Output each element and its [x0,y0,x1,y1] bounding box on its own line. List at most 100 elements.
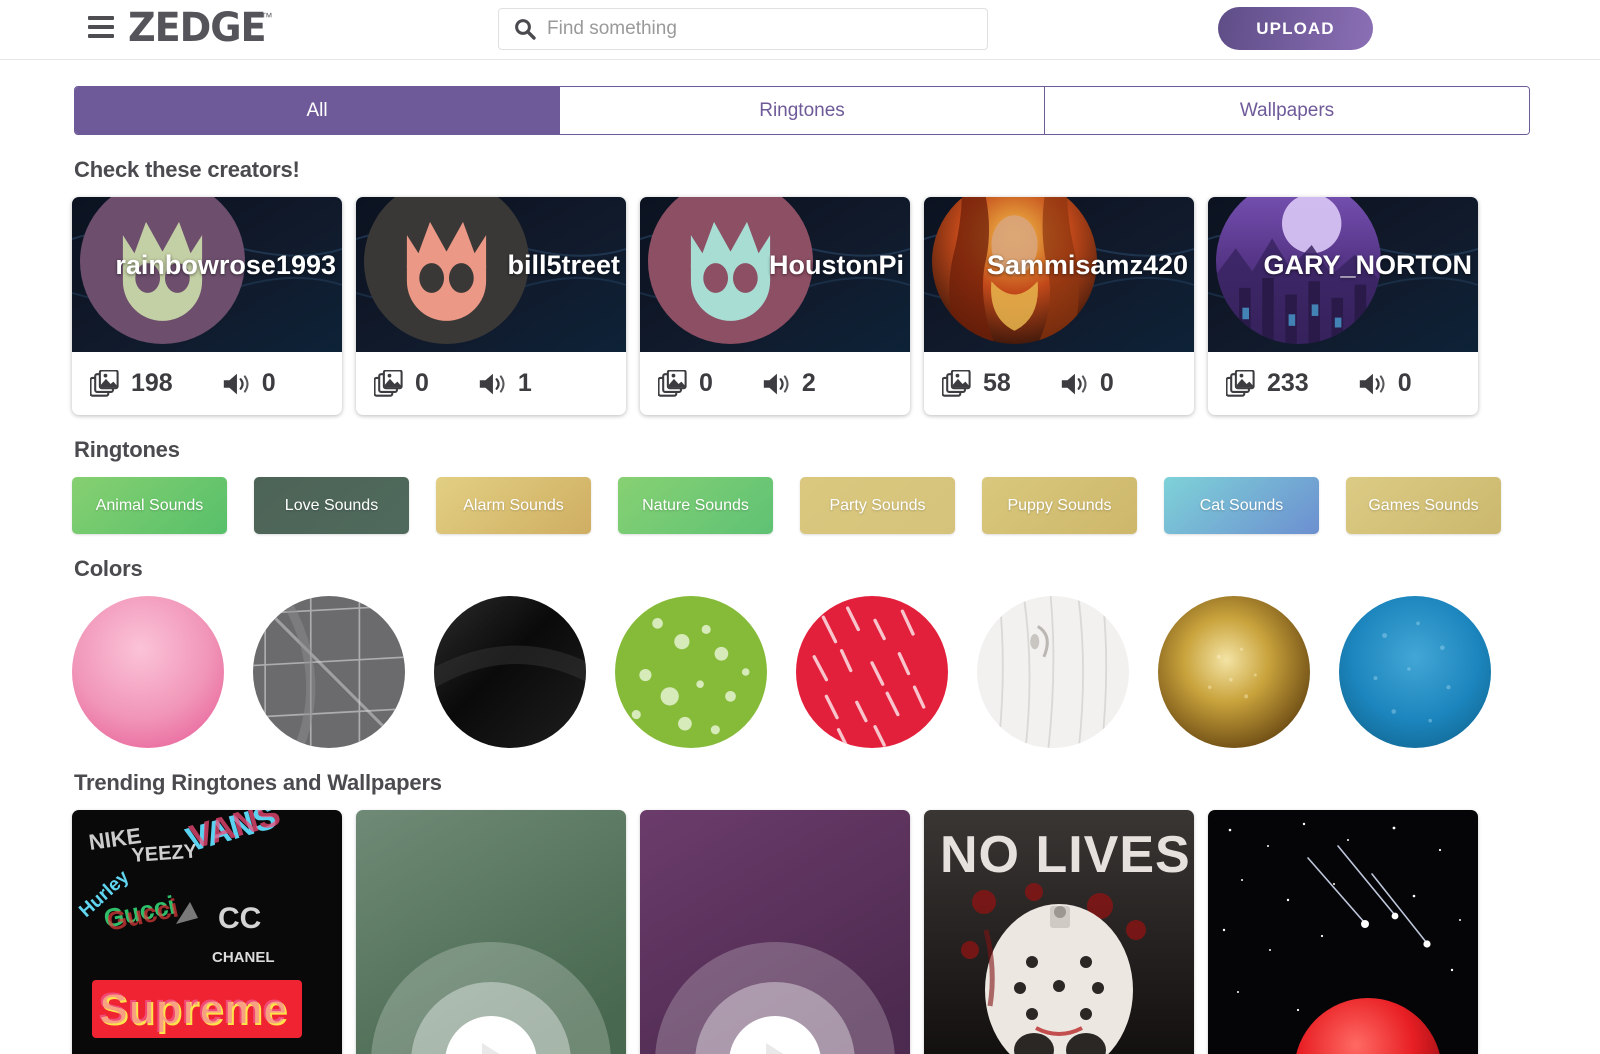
ringtone-count: 0 [1357,369,1412,398]
ringtone-count-icon [223,373,249,394]
wallpaper-count-value: 233 [1267,369,1309,397]
creator-card[interactable]: Sammisamz420 58 0 [924,197,1194,415]
creator-card[interactable]: GARY_NORTON 233 0 [1208,197,1478,415]
trending-card-art: NIKE YEEZY VANS VANS Hurley Gucci Gucci … [72,810,342,1054]
trending-section-title: Trending Ringtones and Wallpapers [74,770,442,795]
trending-row: NIKE YEEZY VANS VANS Hurley Gucci Gucci … [72,810,1512,1054]
ringtone-category-chip[interactable]: Puppy Sounds [982,477,1137,534]
ringtone-count-icon [763,373,789,394]
ringtone-category-label: Games Sounds [1368,496,1479,514]
ringtone-count-icon [1061,373,1087,394]
wallpaper-count-icon [942,369,971,397]
hamburger-icon[interactable] [88,14,114,40]
creator-name: rainbowrose1993 [115,250,336,280]
color-filter-circle[interactable] [1339,596,1491,748]
wallpaper-count-icon [1226,369,1255,397]
creator-name: bill5treet [507,250,620,280]
wallpaper-count: 58 [942,369,1011,398]
ringtone-category-chip[interactable]: Games Sounds [1346,477,1501,534]
creator-card[interactable]: bill5treet 0 1 [356,197,626,415]
ringtone-category-chip[interactable]: Love Sounds [254,477,409,534]
wallpaper-count-value: 0 [415,369,429,397]
creator-name: Sammisamz420 [986,250,1188,280]
ringtone-category-chip[interactable]: Animal Sounds [72,477,227,534]
trending-card[interactable] [356,810,626,1054]
wallpaper-count-icon [658,369,687,397]
play-icon [482,1043,512,1054]
creators-row: rainbowrose1993 198 0 bill5treet 0 1 Hou… [72,197,1502,415]
ringtone-count-value: 0 [261,369,276,397]
svg-text:Supreme: Supreme [98,984,286,1033]
ringtone-count-value: 1 [517,369,532,397]
ringtones-section-title: Ringtones [74,437,180,462]
tab-wallpapers[interactable]: Wallpapers [1045,87,1529,134]
ringtone-category-label: Love Sounds [284,496,379,514]
ringtone-category-chip[interactable]: Party Sounds [800,477,955,534]
search-box[interactable] [498,8,988,50]
ringtone-category-label: Cat Sounds [1199,496,1284,514]
ringtone-count: 0 [221,369,276,398]
trending-card[interactable]: NIKE YEEZY VANS VANS Hurley Gucci Gucci … [72,810,342,1054]
upload-button[interactable]: UPLOAD [1218,7,1373,50]
ringtone-count-value: 0 [1099,369,1114,397]
search-input[interactable] [547,9,987,49]
creator-stats: 233 0 [1208,352,1478,415]
ringtone-category-label: Animal Sounds [95,496,204,514]
ringtone-count-value: 2 [801,369,816,397]
trending-card-art [1208,810,1478,1054]
wallpaper-count-value: 0 [699,369,713,397]
wallpaper-count-icon [374,369,403,397]
ringtone-category-label: Nature Sounds [642,496,749,514]
wallpaper-count: 0 [658,369,713,398]
wallpaper-count: 0 [374,369,429,398]
wallpaper-count-value: 198 [131,369,173,397]
trending-card[interactable]: NO LIVES [924,810,1194,1054]
creator-stats: 0 1 [356,352,626,415]
logo-text: ZEDGE [128,5,267,51]
color-filter-circle[interactable] [434,596,586,748]
ringtone-count: 0 [1059,369,1114,398]
creator-card[interactable]: rainbowrose1993 198 0 [72,197,342,415]
ringtone-count-value: 0 [1397,369,1412,397]
creator-stats: 58 0 [924,352,1194,415]
ringtone-category-chip[interactable]: Alarm Sounds [436,477,591,534]
colors-row [72,596,1512,748]
trending-card[interactable] [1208,810,1478,1054]
ringtone-category-label: Party Sounds [829,496,926,514]
svg-text:CC: CC [218,902,261,935]
ringtone-category-chip[interactable]: Nature Sounds [618,477,773,534]
ringtone-category-row: Animal Sounds Love Sounds Alarm Sounds Natu… [72,477,1512,534]
creator-stats: 198 0 [72,352,342,415]
svg-text:NO LIVES: NO LIVES [940,826,1191,884]
color-filter-circle[interactable] [253,596,405,748]
tab-ringtones[interactable]: Ringtones [560,87,1045,134]
search-icon [515,19,536,40]
color-filter-circle[interactable] [1158,596,1310,748]
wallpaper-count: 233 [1226,369,1309,398]
creator-name: GARY_NORTON [1263,250,1472,280]
color-filter-circle[interactable] [615,596,767,748]
color-filter-circle[interactable] [977,596,1129,748]
wallpaper-count-icon [90,369,119,397]
ringtone-count: 2 [761,369,816,398]
ringtone-count-icon [479,373,505,394]
ringtone-category-label: Puppy Sounds [1007,496,1112,514]
trending-card-art: NO LIVES [924,810,1194,1054]
app-header: ZEDGE ™ UPLOAD [0,0,1600,60]
zedge-logo[interactable]: ZEDGE ™ [128,6,273,50]
creators-section-title: Check these creators! [74,157,300,182]
play-icon [766,1043,796,1054]
tab-all[interactable]: All [75,87,560,134]
wallpaper-count-value: 58 [983,369,1011,397]
ringtone-count-icon [1359,373,1385,394]
ringtone-category-label: Alarm Sounds [463,496,564,514]
content-type-tabs: All Ringtones Wallpapers [74,86,1530,135]
trending-card[interactable] [640,810,910,1054]
color-filter-circle[interactable] [72,596,224,748]
ringtone-category-chip[interactable]: Cat Sounds [1164,477,1319,534]
color-filter-circle[interactable] [796,596,948,748]
creator-card[interactable]: HoustonPi 0 2 [640,197,910,415]
colors-section-title: Colors [74,556,143,581]
svg-text:CHANEL: CHANEL [212,949,275,966]
ringtone-count: 1 [477,369,532,398]
